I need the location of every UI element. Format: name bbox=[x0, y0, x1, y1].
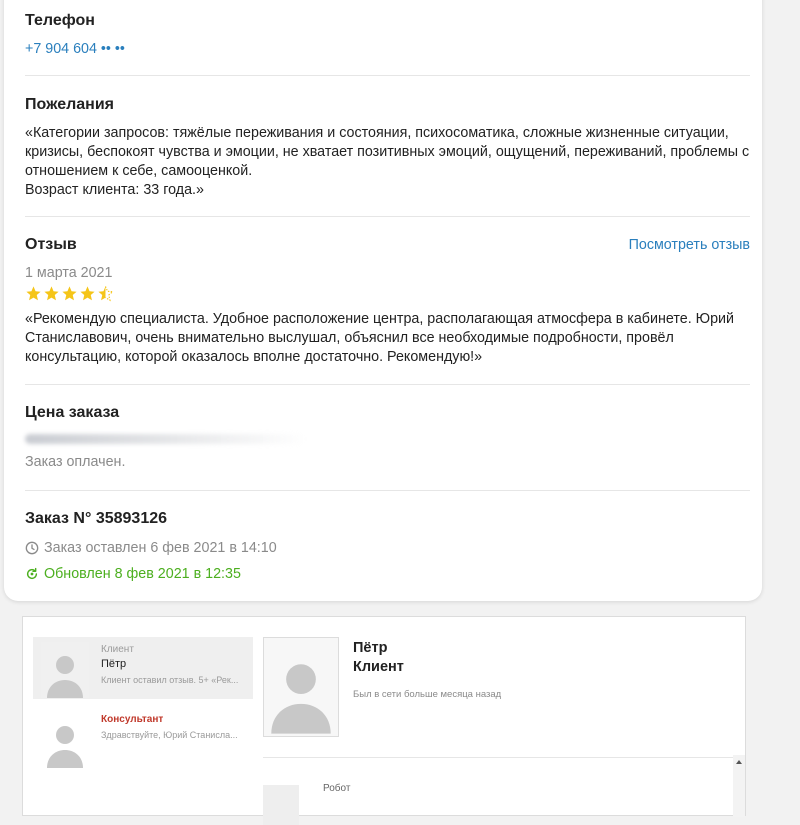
wishes-text: «Категории запросов: тяжёлые переживания… bbox=[25, 125, 750, 179]
avatar bbox=[41, 712, 89, 768]
review-date: 1 марта 2021 bbox=[25, 265, 113, 281]
chat-item-client[interactable]: Клиент Пётр Клиент оставил отзыв. 5+ «Ре… bbox=[33, 637, 253, 699]
phone-heading: Телефон bbox=[25, 12, 95, 29]
user-silhouette-icon bbox=[47, 656, 83, 698]
star-icon bbox=[26, 286, 41, 301]
chat-role: Консультант bbox=[101, 714, 164, 725]
updated-text: Обновлен 8 фев 2021 в 12:35 bbox=[44, 566, 241, 582]
order-number: Заказ N° 35893126 bbox=[25, 510, 168, 527]
price-heading: Цена заказа bbox=[25, 404, 120, 421]
order-info-section: Заказ N° 35893126 Заказ оставлен 6 фев 2… bbox=[25, 510, 750, 582]
view-review-link[interactable]: Посмотреть отзыв bbox=[629, 237, 750, 253]
chat-role: Клиент bbox=[101, 644, 134, 655]
profile-role: Клиент bbox=[353, 659, 404, 675]
chat-list: Клиент Пётр Клиент оставил отзыв. 5+ «Ре… bbox=[33, 637, 253, 769]
avatar bbox=[41, 642, 89, 698]
phone-link[interactable]: +7 904 604 •• •• bbox=[25, 41, 750, 57]
price-section: Цена заказа Заказ оплачен. bbox=[25, 404, 750, 470]
wishes-section: Пожелания «Категории запросов: тяжёлые п… bbox=[25, 96, 750, 200]
chat-item-consultant[interactable]: Консультант Здравствуйте, Юрий Станисла.… bbox=[33, 707, 253, 769]
review-heading: Отзыв bbox=[25, 236, 77, 253]
refresh-icon bbox=[26, 567, 38, 580]
robot-avatar bbox=[263, 785, 299, 825]
chat-preview: Клиент оставил отзыв. 5+ «Рек... bbox=[101, 675, 239, 685]
order-created: Заказ оставлен 6 фев 2021 в 14:10 bbox=[25, 540, 750, 556]
star-icon bbox=[80, 286, 95, 301]
divider bbox=[25, 75, 750, 76]
order-updated: Обновлен 8 фев 2021 в 12:35 bbox=[25, 566, 750, 582]
divider bbox=[25, 216, 750, 217]
phone-section: Телефон +7 904 604 •• •• bbox=[25, 12, 750, 57]
created-text: Заказ оставлен 6 фев 2021 в 14:10 bbox=[44, 540, 277, 556]
wishes-age: Возраст клиента: 33 года.» bbox=[25, 182, 204, 198]
profile-first-name: Пётр bbox=[353, 640, 388, 656]
robot-label: Робот bbox=[323, 783, 351, 794]
chat-preview: Здравствуйте, Юрий Станисла... bbox=[101, 730, 238, 740]
wishes-heading: Пожелания bbox=[25, 96, 114, 113]
divider bbox=[25, 490, 750, 491]
payment-status: Заказ оплачен. bbox=[25, 454, 126, 470]
profile-name: Пётр Клиент bbox=[353, 639, 404, 677]
profile-avatar bbox=[263, 637, 339, 737]
half-star-icon bbox=[98, 286, 114, 302]
review-text: «Рекомендую специалиста. Удобное располо… bbox=[25, 311, 735, 365]
chat-panel: Клиент Пётр Клиент оставил отзыв. 5+ «Ре… bbox=[22, 616, 746, 825]
order-card: Телефон +7 904 604 •• •• Пожелания «Кате… bbox=[4, 0, 762, 601]
review-rating bbox=[25, 285, 750, 302]
user-silhouette-icon bbox=[47, 726, 83, 768]
divider bbox=[25, 384, 750, 385]
hidden-price bbox=[25, 434, 305, 444]
chat-name: Пётр bbox=[101, 658, 127, 670]
scrollbar[interactable] bbox=[733, 755, 745, 817]
user-silhouette-icon bbox=[271, 664, 331, 734]
star-icon bbox=[44, 286, 59, 301]
star-icon bbox=[62, 286, 77, 301]
clock-icon bbox=[25, 541, 39, 555]
review-section: Отзыв Посмотреть отзыв 1 марта 2021 «Рек… bbox=[25, 236, 750, 367]
scroll-up-icon[interactable] bbox=[733, 757, 745, 767]
profile-status: Был в сети больше месяца назад bbox=[353, 689, 502, 700]
